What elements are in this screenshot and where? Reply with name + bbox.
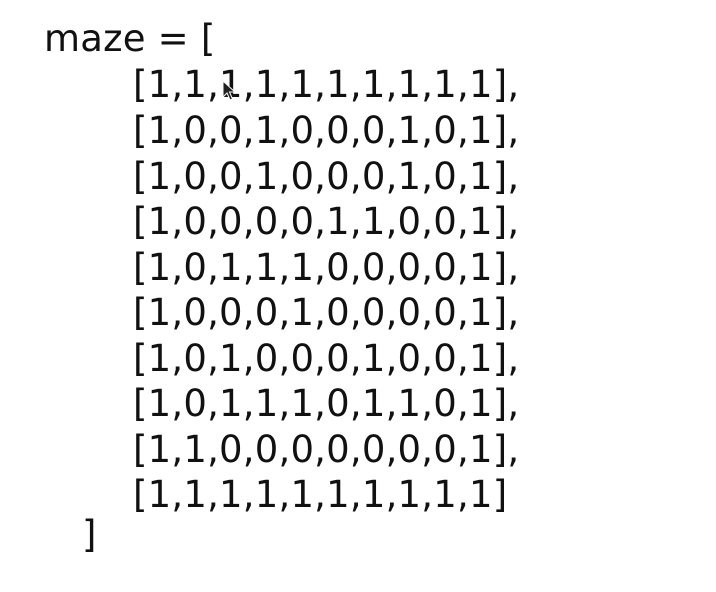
maze-row-7: [1,0,1,0,0,0,1,0,0,1],: [133, 337, 520, 380]
mouse-pointer-icon: [222, 80, 236, 101]
maze-assignment-line: maze = [: [44, 17, 216, 60]
maze-row-6: [1,0,0,0,1,0,0,0,0,1],: [133, 291, 520, 334]
maze-row-1: [1,1,1,1,1,1,1,1,1,1],: [133, 63, 520, 106]
maze-closing-bracket: ]: [82, 513, 97, 556]
maze-row-10: [1,1,1,1,1,1,1,1,1,1]: [133, 473, 508, 516]
maze-row-4: [1,0,0,0,0,1,1,0,0,1],: [133, 200, 520, 243]
maze-row-8: [1,0,1,1,1,0,1,1,0,1],: [133, 382, 520, 425]
maze-row-5: [1,0,1,1,1,0,0,0,0,1],: [133, 246, 520, 289]
code-block: maze = [ [1,1,1,1,1,1,1,1,1,1], [1,0,0,1…: [0, 0, 716, 592]
maze-row-3: [1,0,0,1,0,0,0,1,0,1],: [133, 155, 520, 198]
maze-row-9: [1,1,0,0,0,0,0,0,0,1],: [133, 428, 520, 471]
maze-row-2: [1,0,0,1,0,0,0,1,0,1],: [133, 109, 520, 152]
